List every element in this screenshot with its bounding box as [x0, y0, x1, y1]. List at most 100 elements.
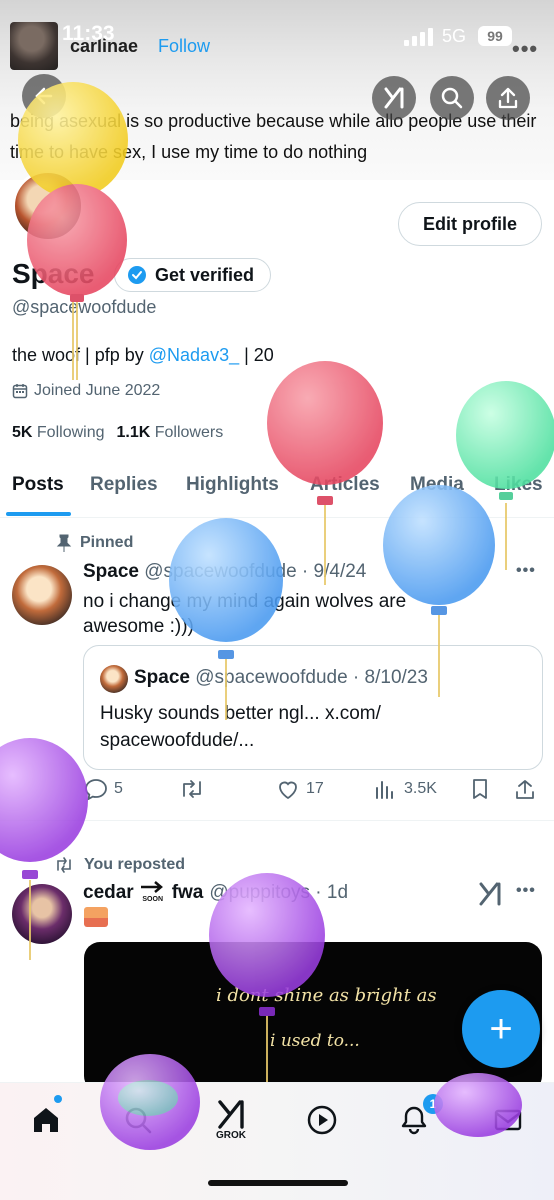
followers-label: Followers	[154, 424, 224, 441]
tab-replies[interactable]: Replies	[90, 474, 158, 496]
like-count: 17	[306, 780, 324, 797]
post-more-icon[interactable]: •••	[516, 562, 536, 580]
search-icon	[441, 87, 463, 109]
views-button[interactable]: 3.5K	[374, 778, 437, 800]
repost-more-icon[interactable]: •••	[516, 882, 536, 900]
home-unread-dot	[54, 1095, 62, 1103]
profile-tabs: Posts Replies Highlights Articles Media …	[0, 462, 554, 518]
edit-profile-button[interactable]: Edit profile	[398, 202, 542, 246]
share-icon	[498, 87, 518, 109]
pin-icon	[56, 534, 72, 552]
repost-header: cedar SOON fwa @puppitoys · 1d	[83, 881, 348, 904]
joined-label: Joined June 2022	[34, 382, 161, 399]
back-arrow-icon	[35, 87, 53, 105]
following-link[interactable]: 5K Following	[12, 424, 105, 442]
status-time: 11:33	[62, 22, 115, 45]
post-avatar[interactable]	[12, 565, 72, 625]
profile-handle: @spacewoofdude	[12, 297, 157, 317]
repost-handle-date: @puppitoys · 1d	[209, 881, 349, 903]
nav-home[interactable]	[24, 1098, 68, 1142]
bio-suffix: | 20	[239, 345, 274, 365]
compose-button[interactable]: +	[462, 990, 540, 1068]
following-label: Following	[36, 424, 105, 441]
get-verified-button[interactable]: Get verified	[114, 258, 272, 292]
profile-name: Space	[12, 258, 95, 289]
bio-mention-link[interactable]: @Nadav3_	[149, 345, 239, 365]
grok-label: GROK	[216, 1130, 246, 1141]
repost-icon	[57, 857, 71, 873]
post-author[interactable]: Space	[83, 561, 139, 582]
repost-author-part2[interactable]: fwa	[172, 882, 204, 904]
post-divider	[0, 820, 554, 821]
tab-highlights[interactable]: Highlights	[186, 474, 279, 496]
repost-author-avatar[interactable]	[12, 884, 72, 944]
network-label: 5G	[442, 26, 467, 46]
reply-button[interactable]: 5	[84, 778, 123, 800]
followers-count: 1.1K	[116, 424, 151, 441]
grok-icon[interactable]	[476, 880, 504, 908]
repost-author-part1[interactable]: cedar	[83, 882, 134, 904]
repost-indicator: You reposted	[54, 856, 185, 874]
quoted-post-header: Space @spacewoofdude · 8/10/23	[134, 667, 428, 689]
active-tab-indicator	[6, 512, 71, 516]
signal-icon	[404, 28, 433, 46]
verified-badge-icon	[128, 266, 146, 284]
heart-icon	[279, 781, 297, 800]
quoted-post-avatar	[100, 665, 128, 693]
repost-label: You reposted	[84, 856, 186, 873]
arrow-right-icon	[140, 881, 163, 893]
share-button[interactable]	[486, 76, 530, 120]
back-button[interactable]	[22, 74, 66, 118]
search-icon	[125, 1107, 152, 1134]
sunrise-emoji	[84, 907, 108, 927]
like-button[interactable]: 17	[276, 778, 324, 800]
home-icon	[34, 1108, 58, 1132]
joined-date: Joined June 2022	[12, 382, 160, 400]
nav-video[interactable]	[300, 1098, 344, 1142]
repost-button[interactable]	[178, 778, 206, 800]
reply-count: 5	[114, 780, 123, 797]
pinned-label: Pinned	[80, 534, 134, 551]
bookmark-button[interactable]	[470, 778, 490, 800]
quoted-post-handle-date: @spacewoofdude · 8/10/23	[195, 667, 428, 688]
tab-media[interactable]: Media	[410, 474, 464, 496]
view-count: 3.5K	[404, 780, 437, 797]
battery-indicator: 99	[478, 26, 512, 46]
media-caption-line1: i dont shine as bright as	[216, 985, 437, 1006]
followers-link[interactable]: 1.1K Followers	[117, 424, 224, 442]
balloon-purple-left	[0, 738, 88, 862]
play-icon	[307, 1105, 337, 1135]
profile-bio: the woof | pfp by @Nadav3_ | 20	[12, 345, 274, 366]
calendar-icon	[12, 384, 28, 399]
quoted-post-author: Space	[134, 667, 190, 688]
previous-tweet-avatar[interactable]	[10, 22, 58, 70]
post-header: Space @spacewoofdude · 9/4/24	[83, 561, 366, 583]
media-caption-line2: i used to...	[270, 1031, 360, 1051]
grok-button[interactable]	[372, 76, 416, 120]
bookmark-icon	[473, 779, 487, 799]
home-indicator	[208, 1180, 348, 1186]
post-text: no i change my mind again wolves are awe…	[83, 591, 407, 637]
post-share-button[interactable]	[514, 778, 536, 800]
share-icon	[516, 780, 534, 799]
nav-messages[interactable]	[486, 1098, 530, 1142]
search-button[interactable]	[430, 76, 474, 120]
previous-tweet-follow-link[interactable]: Follow	[158, 36, 210, 57]
tab-articles[interactable]: Articles	[310, 474, 380, 496]
bio-prefix: the woof | pfp by	[12, 345, 149, 365]
quoted-post-text: Husky sounds better ngl... x.com/ spacew…	[100, 703, 381, 751]
reply-icon	[85, 779, 107, 800]
views-icon	[376, 781, 393, 799]
mail-icon	[494, 1109, 522, 1131]
profile-avatar[interactable]	[12, 170, 84, 242]
grok-icon	[384, 87, 404, 109]
pinned-indicator: Pinned	[56, 534, 133, 552]
grok-icon	[218, 1100, 244, 1129]
soon-arrow-emoji: SOON	[140, 881, 166, 904]
repost-icon	[183, 780, 201, 798]
tab-likes[interactable]: Likes	[494, 474, 543, 496]
follow-stats: 5K Following 1.1K Followers	[12, 424, 223, 442]
nav-search[interactable]	[116, 1098, 160, 1142]
more-options-icon[interactable]: •••	[512, 36, 538, 62]
tab-posts[interactable]: Posts	[12, 474, 64, 496]
